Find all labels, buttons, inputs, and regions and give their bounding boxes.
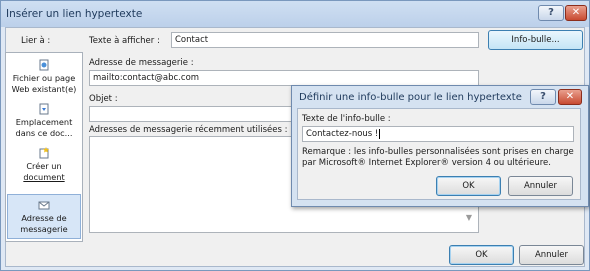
tooltip-text-field[interactable]: Contactez-nous ! (302, 126, 574, 142)
sidebar-item-label: messagerie (20, 224, 68, 234)
cancel-button[interactable]: Annuler (519, 245, 584, 265)
help-icon: ? (540, 91, 546, 102)
sidebar-item-create-document[interactable]: Créer un document (6, 147, 82, 183)
sidebar-item-label: Emplacement (15, 117, 73, 127)
tooltip-text-value: Contactez-nous ! (306, 129, 379, 139)
help-icon: ? (548, 7, 554, 18)
display-text-field[interactable]: Contact (171, 32, 479, 48)
title-bar: Insérer un lien hypertexte ? ✕ (1, 1, 589, 27)
sidebar-item-email-address[interactable]: Adresse de messagerie (7, 194, 81, 239)
sidebar-item-label: Adresse de (21, 213, 67, 223)
link-to-bar: Fichier ou page Web existant(e) Emplacem… (5, 52, 83, 242)
subject-field[interactable] (89, 106, 294, 122)
tooltip-dialog-title: Définir une info-bulle pour le lien hype… (299, 92, 522, 103)
sidebar-item-label: dans ce doc... (15, 128, 73, 138)
close-button[interactable]: ✕ (565, 5, 587, 21)
new-document-icon (39, 147, 49, 159)
sidebar-item-label: document (23, 172, 65, 182)
sidebar-item-label: Fichier ou page (12, 73, 76, 83)
text-cursor (379, 128, 381, 139)
tooltip-button[interactable]: Info-bulle... (488, 30, 583, 50)
display-text-label: Texte à afficher : (89, 36, 160, 46)
sidebar-item-place-in-document[interactable]: Emplacement dans ce doc... (6, 103, 82, 139)
close-icon: ✕ (571, 7, 581, 18)
dialog-title: Insérer un lien hypertexte (6, 8, 143, 20)
tooltip-close-button[interactable]: ✕ (558, 89, 582, 105)
help-button[interactable]: ? (538, 5, 564, 21)
email-field[interactable]: mailto:contact@abc.com (89, 70, 479, 86)
sidebar-item-label: Créer un (26, 161, 62, 171)
tooltip-ok-button[interactable]: OK (436, 176, 501, 196)
sidebar-item-label: Web existant(e) (11, 84, 77, 94)
email-address-icon (38, 201, 50, 210)
ok-button[interactable]: OK (449, 245, 514, 265)
link-to-label: Lier à : (21, 36, 51, 46)
tooltip-note: Remarque : les info-bulles personnalisée… (302, 147, 574, 168)
subject-label: Objet : (89, 94, 118, 104)
recent-addresses-label: Adresses de messagerie récemment utilisé… (89, 125, 288, 135)
tooltip-cancel-button[interactable]: Annuler (508, 176, 573, 196)
tooltip-dialog-body: Texte de l'info-bulle : Contactez-nous !… (297, 108, 581, 200)
tooltip-dialog: Définir une info-bulle pour le lien hype… (291, 85, 589, 207)
scroll-down-icon[interactable]: ▼ (466, 213, 472, 222)
close-icon: ✕ (565, 91, 575, 102)
email-label: Adresse de messagerie : (89, 58, 194, 68)
tooltip-help-button[interactable]: ? (530, 89, 556, 105)
globe-page-icon (39, 59, 49, 71)
document-place-icon (39, 103, 49, 115)
sidebar-item-existing-file[interactable]: Fichier ou page Web existant(e) (6, 59, 82, 95)
tooltip-text-label: Texte de l'info-bulle : (302, 114, 391, 124)
